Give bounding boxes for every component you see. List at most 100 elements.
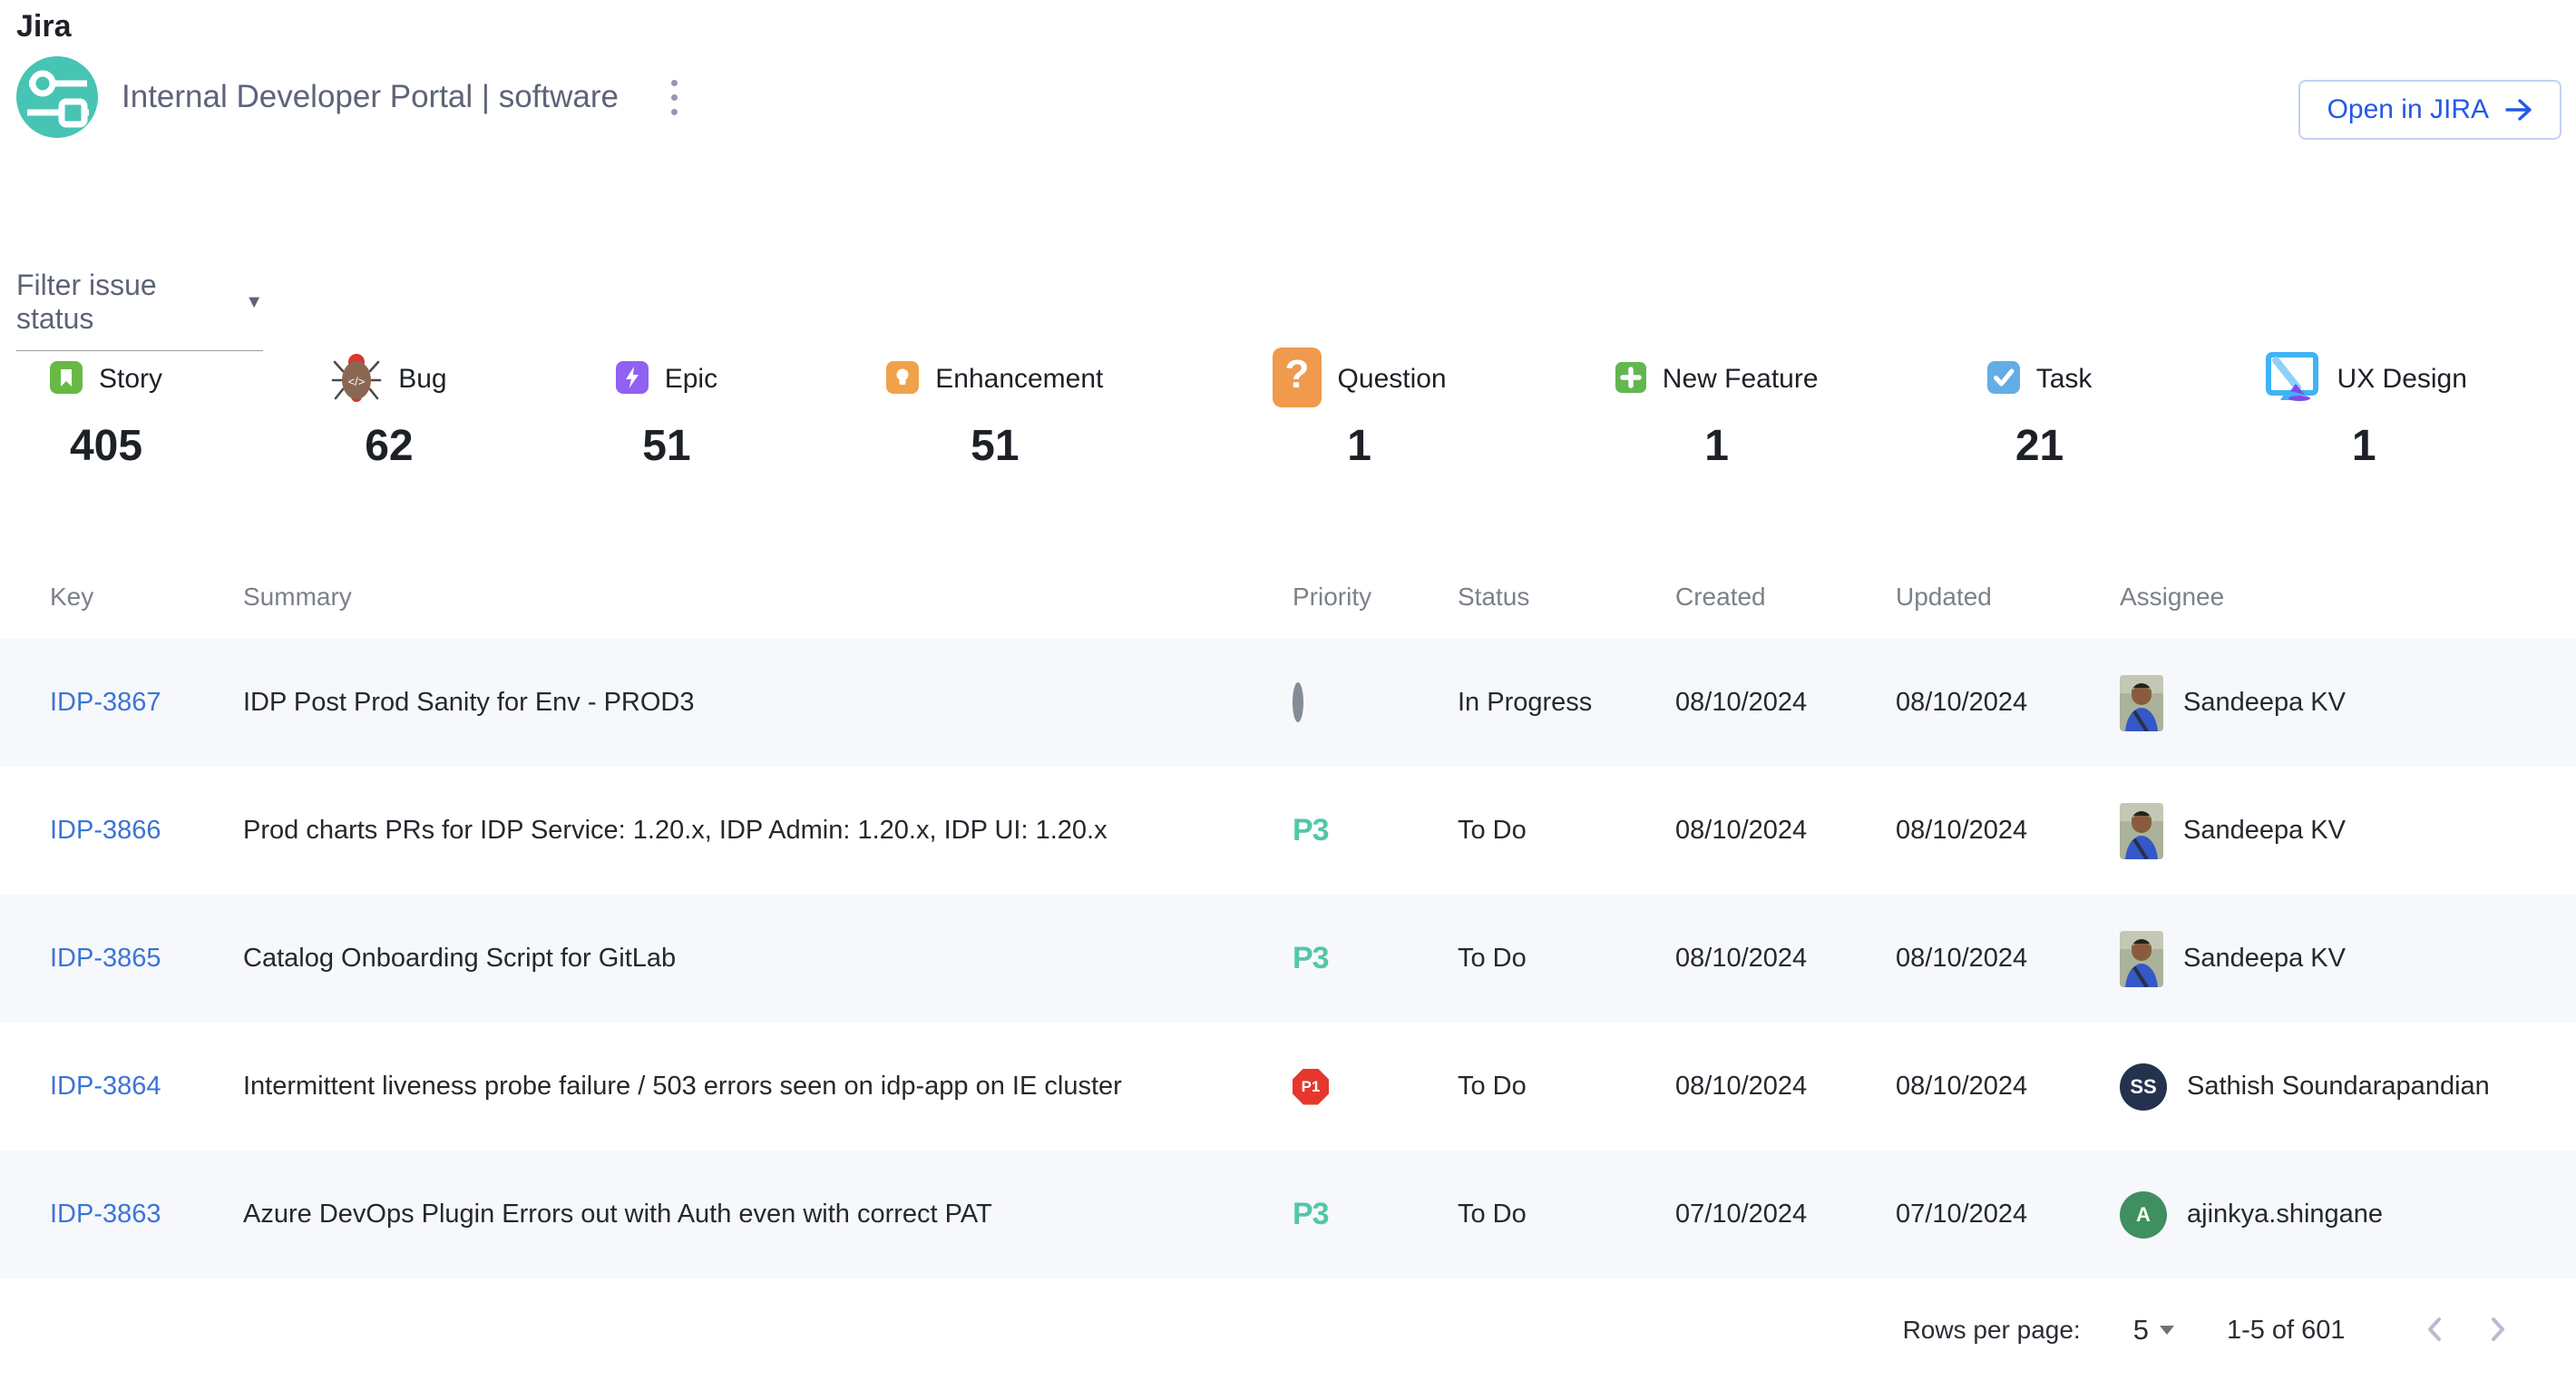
- issue-type-counters: Story 405 </> Bug 62 Epic 51 Enhancement…: [50, 350, 2467, 471]
- counter-count: 51: [886, 421, 1103, 471]
- entity-logo-icon: [16, 56, 98, 138]
- counter-label: New Feature: [1663, 364, 1819, 395]
- counter-enhancement: Enhancement 51: [886, 350, 1103, 471]
- pagination-bar: Rows per page: 5 1-5 of 601: [0, 1279, 2576, 1381]
- table-row: IDP-3865 Catalog Onboarding Script for G…: [0, 895, 2576, 1023]
- avatar: [2120, 803, 2163, 859]
- issue-updated: 07/10/2024: [1896, 1200, 2120, 1229]
- column-status: Status: [1458, 583, 1675, 612]
- next-page-button[interactable]: [2476, 1308, 2518, 1353]
- issue-status: In Progress: [1458, 688, 1675, 718]
- column-updated: Updated: [1896, 583, 2120, 612]
- issue-status: To Do: [1458, 1200, 1675, 1229]
- enhancement-icon: [886, 361, 919, 398]
- open-in-jira-label: Open in JIRA: [2327, 94, 2489, 125]
- issue-created: 08/10/2024: [1675, 1072, 1896, 1102]
- counter-question: ? Question 1: [1273, 350, 1447, 471]
- table-row: IDP-3863 Azure DevOps Plugin Errors out …: [0, 1151, 2576, 1278]
- avatar: A: [2120, 1191, 2167, 1239]
- bug-icon: </>: [331, 351, 382, 408]
- entity-name: Internal Developer Portal | software: [122, 79, 619, 115]
- column-key: Key: [50, 583, 243, 612]
- column-assignee: Assignee: [2120, 583, 2560, 612]
- counter-label: Question: [1338, 364, 1447, 395]
- counter-epic: Epic 51: [616, 350, 717, 471]
- counter-count: 51: [616, 421, 717, 471]
- caret-down-icon: [2160, 1326, 2174, 1335]
- task-icon: [1987, 361, 2020, 398]
- page-title: Jira: [16, 9, 72, 44]
- issue-status: To Do: [1458, 944, 1675, 974]
- issue-created: 08/10/2024: [1675, 688, 1896, 718]
- column-summary: Summary: [243, 583, 1293, 612]
- column-created: Created: [1675, 583, 1896, 612]
- svg-text:</>: </>: [348, 375, 366, 388]
- open-in-jira-button[interactable]: Open in JIRA: [2298, 80, 2561, 140]
- issue-status: To Do: [1458, 816, 1675, 846]
- counter-count: 1: [1273, 421, 1447, 471]
- counter-count: 1: [1615, 421, 1819, 471]
- epic-icon: [616, 361, 649, 398]
- issue-priority-cell: P3: [1293, 1197, 1458, 1232]
- rows-per-page-value: 5: [2133, 1314, 2149, 1347]
- issue-summary: Prod charts PRs for IDP Service: 1.20.x,…: [243, 816, 1293, 846]
- table-row: IDP-3864 Intermittent liveness probe fai…: [0, 1023, 2576, 1151]
- counter-label: Epic: [665, 364, 717, 395]
- assignee-name: Sathish Soundarapandian: [2187, 1072, 2490, 1102]
- counter-task: Task 21: [1987, 350, 2093, 471]
- column-priority: Priority: [1293, 583, 1458, 612]
- counter-bug: </> Bug 62: [331, 350, 446, 471]
- counter-count: 405: [50, 421, 162, 471]
- issue-assignee-cell: Sandeepa KV: [2120, 675, 2560, 731]
- issue-key-link[interactable]: IDP-3863: [50, 1200, 161, 1229]
- issues-table: Key Summary Priority Status Created Upda…: [0, 555, 2576, 1278]
- issues-table-body: IDP-3867 IDP Post Prod Sanity for Env - …: [0, 639, 2576, 1278]
- issue-updated: 08/10/2024: [1896, 688, 2120, 718]
- counter-count: 21: [1987, 421, 2093, 471]
- assignee-name: Sandeepa KV: [2183, 944, 2346, 974]
- priority-p3-icon: P3: [1293, 941, 1329, 975]
- issue-summary: IDP Post Prod Sanity for Env - PROD3: [243, 688, 1293, 718]
- issue-assignee-cell: Aajinkya.shingane: [2120, 1191, 2560, 1239]
- avatar: [2120, 675, 2163, 731]
- filter-issue-status-select[interactable]: Filter issue status ▼: [16, 269, 263, 351]
- counter-new-feature: New Feature 1: [1615, 350, 1819, 471]
- entity-header: Internal Developer Portal | software: [16, 56, 687, 138]
- issue-assignee-cell: SSSathish Soundarapandian: [2120, 1063, 2560, 1111]
- issue-priority-cell: P3: [1293, 941, 1458, 976]
- counter-count: 1: [2261, 421, 2467, 471]
- issue-updated: 08/10/2024: [1896, 816, 2120, 846]
- counter-label: Story: [99, 364, 162, 395]
- issue-priority-cell: P3: [1293, 813, 1458, 848]
- svg-text:?: ?: [1284, 352, 1309, 397]
- issue-assignee-cell: Sandeepa KV: [2120, 803, 2560, 859]
- issue-priority-cell: [1293, 688, 1458, 718]
- pagination-range: 1-5 of 601: [2227, 1316, 2346, 1346]
- counter-count: 62: [331, 421, 446, 471]
- previous-page-button[interactable]: [2415, 1308, 2456, 1353]
- issue-key-link[interactable]: IDP-3865: [50, 944, 161, 973]
- filter-issue-status-label: Filter issue status: [16, 269, 241, 336]
- issues-table-header: Key Summary Priority Status Created Upda…: [0, 555, 2576, 639]
- issue-assignee-cell: Sandeepa KV: [2120, 931, 2560, 987]
- arrow-right-icon: [2505, 98, 2532, 122]
- issue-key-link[interactable]: IDP-3867: [50, 688, 161, 717]
- table-row: IDP-3866 Prod charts PRs for IDP Service…: [0, 767, 2576, 895]
- story-icon: [50, 361, 83, 398]
- kebab-menu-icon[interactable]: [662, 71, 687, 124]
- table-row: IDP-3867 IDP Post Prod Sanity for Env - …: [0, 639, 2576, 767]
- counter-story: Story 405: [50, 350, 162, 471]
- issue-key-link[interactable]: IDP-3864: [50, 1072, 161, 1101]
- counter-label: Enhancement: [935, 364, 1103, 395]
- assignee-name: Sandeepa KV: [2183, 688, 2346, 718]
- rows-per-page-select[interactable]: 5: [2133, 1314, 2174, 1347]
- priority-none-icon: [1293, 682, 1303, 722]
- issue-updated: 08/10/2024: [1896, 1072, 2120, 1102]
- rows-per-page-label: Rows per page:: [1903, 1316, 2081, 1345]
- issue-key-link[interactable]: IDP-3866: [50, 816, 161, 845]
- issue-created: 07/10/2024: [1675, 1200, 1896, 1229]
- counter-label: Task: [2036, 364, 2093, 395]
- ux-design-icon: [2261, 351, 2321, 408]
- issue-updated: 08/10/2024: [1896, 944, 2120, 974]
- caret-down-icon: ▼: [245, 292, 263, 313]
